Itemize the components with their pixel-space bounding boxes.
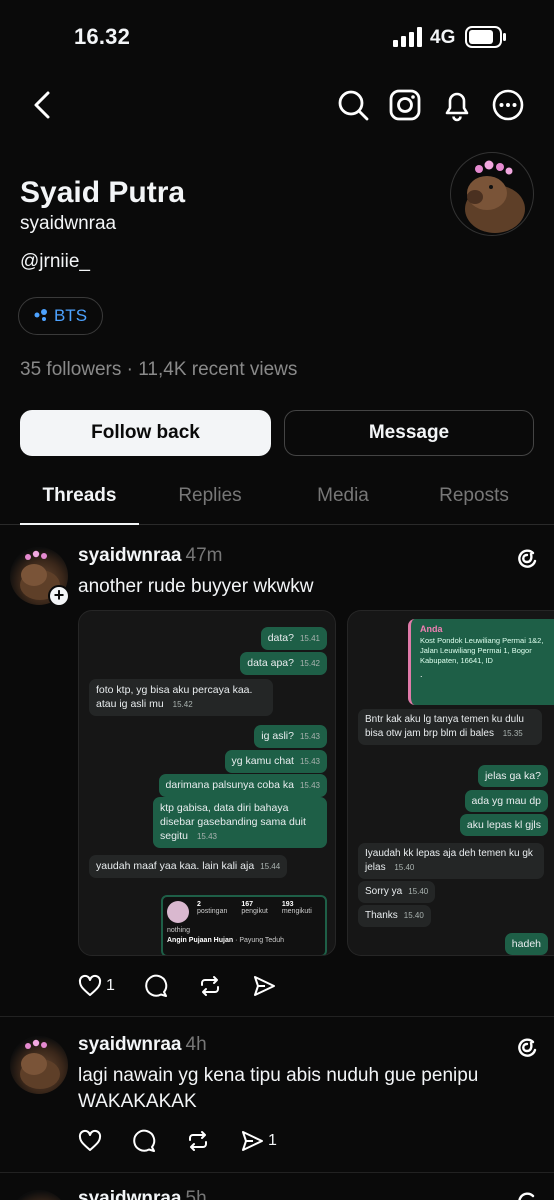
tab-active-indicator xyxy=(20,523,139,525)
tab-replies[interactable]: Replies xyxy=(150,485,270,507)
tab-reposts[interactable]: Reposts xyxy=(414,485,534,507)
post-divider xyxy=(0,1016,554,1017)
like-button[interactable]: 1 xyxy=(78,974,115,998)
back-icon[interactable] xyxy=(26,88,60,122)
chat-bubble: data apa? 15.42 xyxy=(240,652,327,675)
bts-tag[interactable]: BTS xyxy=(18,297,103,335)
signal-icon xyxy=(393,27,423,47)
profile-name: Syaid Putra xyxy=(20,176,186,209)
profile-bio-link[interactable]: @jrniie_ xyxy=(20,251,90,273)
post-time: 4h xyxy=(185,1034,207,1055)
tab-media[interactable]: Media xyxy=(284,485,402,507)
chat-bubble: ig asli? 15.43 xyxy=(254,725,327,748)
heart-icon xyxy=(78,1129,102,1151)
chat-bubble: data? 15.41 xyxy=(260,627,327,650)
chat-bubble: Bntr kak aku lg tanya temen ku dulu bisa… xyxy=(358,709,542,745)
battery-icon xyxy=(465,26,507,48)
post-text: lagi nawain yg kena tipu abis nuduh gue … xyxy=(78,1065,479,1112)
shared-profile-card: 2 postingan 167 pengikut 193 mengikuti noth… xyxy=(161,895,327,955)
post-avatar[interactable] xyxy=(10,1036,68,1094)
more-icon[interactable] xyxy=(491,88,525,122)
share-button[interactable]: 1 xyxy=(240,1129,277,1153)
profile-username: syaidwnraa xyxy=(20,213,117,234)
profile-avatar[interactable] xyxy=(450,152,534,236)
threads-logo-icon[interactable] xyxy=(514,1034,540,1060)
repost-icon[interactable] xyxy=(198,974,222,1003)
message-button[interactable]: Message xyxy=(284,410,534,456)
chat-bubble: yaudah maaf yaa kaa. lain kali aja 15.44 xyxy=(89,855,288,878)
post-header: syaidwnraa 47m xyxy=(78,545,222,567)
follower-stats[interactable]: 35 followers · 11,4K recent views xyxy=(20,359,297,381)
follow-back-button[interactable]: Follow back xyxy=(20,410,271,456)
post-avatar[interactable] xyxy=(10,1190,68,1200)
post-divider xyxy=(0,1172,554,1173)
chat-bubble: Sorry ya 15.40 xyxy=(358,881,436,903)
card-avatar xyxy=(167,901,189,923)
instagram-icon[interactable] xyxy=(388,88,422,122)
comment-icon[interactable] xyxy=(132,1129,156,1158)
heart-icon xyxy=(78,974,102,996)
post-header: syaidwnraa 5h xyxy=(78,1188,207,1200)
threads-logo-icon[interactable] xyxy=(514,545,540,571)
chat-bubble: ktp gabisa, data diri bahaya disebar gas… xyxy=(153,797,327,848)
post-image-2[interactable]: Anda Kost Pondok Leuwiliang Permai 1&2, … xyxy=(347,610,554,956)
chat-bubble: jelas ga ka? xyxy=(477,765,548,787)
threads-dots-icon xyxy=(34,306,50,326)
tag-label: BTS xyxy=(53,306,88,325)
share-icon xyxy=(242,1131,263,1151)
reply-quote: Anda Kost Pondok Leuwiliang Permai 1&2, … xyxy=(408,619,554,705)
post-time: 47m xyxy=(185,545,223,566)
comment-icon[interactable] xyxy=(144,974,168,1003)
post-header: syaidwnraa 4h xyxy=(78,1034,207,1056)
post-time: 5h xyxy=(185,1188,207,1200)
chat-bubble: aku lepas kl gjls xyxy=(459,814,548,836)
chat-bubble: Thanks 15.40 xyxy=(358,905,431,927)
network-label: 4G xyxy=(430,27,456,48)
status-time: 16.32 xyxy=(74,24,131,49)
chat-bubble: darimana palsunya coba ka 15.43 xyxy=(158,774,327,797)
follow-plus-icon[interactable]: + xyxy=(48,585,70,607)
like-button[interactable] xyxy=(78,1129,102,1158)
chat-bubble: Iyaudah kk lepas aja deh temen ku gk jel… xyxy=(358,843,544,879)
search-icon[interactable] xyxy=(336,88,370,122)
share-icon[interactable] xyxy=(252,974,276,1003)
post-text: another rude buyyer wkwkw xyxy=(78,576,314,597)
post-image-1[interactable]: data? 15.41 data apa? 15.42 foto ktp, yg b… xyxy=(78,610,336,956)
like-count: 1 xyxy=(106,977,115,994)
tab-threads[interactable]: Threads xyxy=(20,485,139,507)
chat-bubble: ada yg mau dp xyxy=(464,790,548,812)
chat-bubble: hadeh xyxy=(504,933,548,955)
chat-bubble: foto ktp, yg bisa aku percaya kaa. atau … xyxy=(89,679,273,716)
post-username[interactable]: syaidwnraa xyxy=(78,545,182,566)
chat-bubble: yg kamu chat 15.43 xyxy=(224,750,327,773)
post-username[interactable]: syaidwnraa xyxy=(78,1034,182,1055)
threads-logo-icon[interactable] xyxy=(514,1188,540,1200)
post-username[interactable]: syaidwnraa xyxy=(78,1188,182,1200)
bell-icon[interactable] xyxy=(440,88,474,122)
repost-icon[interactable] xyxy=(186,1129,210,1158)
share-count: 1 xyxy=(268,1132,277,1149)
